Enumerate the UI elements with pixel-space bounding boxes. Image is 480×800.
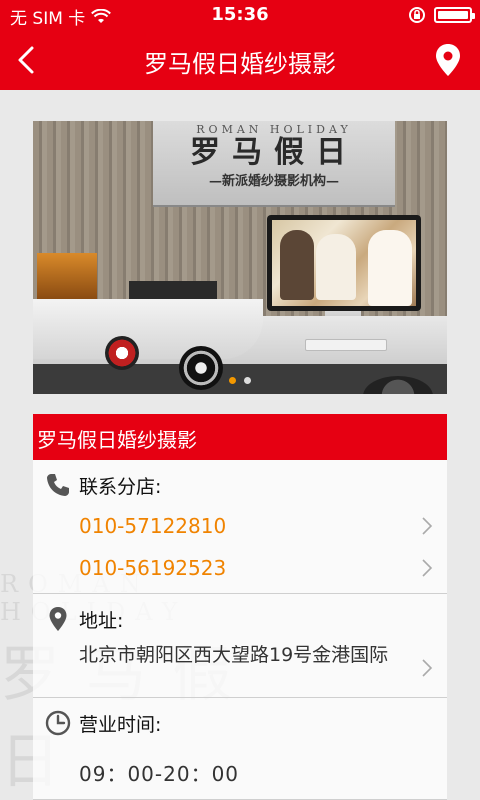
hours-label: 营业时间: xyxy=(79,714,162,736)
keyboard xyxy=(305,339,387,351)
carousel-dot[interactable] xyxy=(244,377,251,384)
nav-bar: 罗马假日婚纱摄影 xyxy=(0,30,480,90)
status-right xyxy=(408,6,475,24)
contact-label: 联系分店: xyxy=(79,476,162,498)
address-section: 地址: 北京市朝阳区西大望路19号金港国际 xyxy=(33,594,447,698)
address-row[interactable]: 北京市朝阳区西大望路19号金港国际 xyxy=(79,642,447,698)
phone-row[interactable]: 010-56192523 xyxy=(79,548,447,590)
address-label: 地址: xyxy=(79,610,124,632)
location-pin-icon xyxy=(49,607,67,631)
reception-counter xyxy=(33,299,263,359)
phone-icon xyxy=(47,474,69,496)
chevron-right-icon xyxy=(422,517,433,535)
chevron-right-icon xyxy=(422,659,433,677)
contact-section: 联系分店: 010-57122810 010-56192523 xyxy=(33,460,447,594)
battery-icon xyxy=(434,7,475,23)
address-text: 北京市朝阳区西大望路19号金港国际 xyxy=(79,644,389,666)
monitor-image xyxy=(267,215,421,311)
store-name-header: 罗马假日婚纱摄影 xyxy=(33,414,447,460)
desk-phone xyxy=(129,281,217,299)
hours-section: 营业时间: 09：00-20：00 xyxy=(33,698,447,800)
page-title: 罗马假日婚纱摄影 xyxy=(144,50,336,78)
sign-subtitle: —新派婚纱摄影机构— xyxy=(208,174,339,189)
rotation-lock-icon xyxy=(409,7,425,23)
status-bar: 无 SIM 卡 15:36 xyxy=(0,0,480,30)
location-pin-icon[interactable] xyxy=(434,42,462,78)
clock-icon xyxy=(45,710,71,736)
store-info-card: 罗马假日婚纱摄影 联系分店: 010-57122810 010-56192523… xyxy=(33,414,447,800)
carousel-dots xyxy=(33,377,447,384)
decor-disc-red xyxy=(105,336,139,370)
phone-number[interactable]: 010-56192523 xyxy=(79,556,226,580)
store-sign: ROMAN HOLIDAY 罗马假日 —新派婚纱摄影机构— xyxy=(153,121,395,207)
phone-number[interactable]: 010-57122810 xyxy=(79,514,226,538)
carousel-dot[interactable] xyxy=(229,377,236,384)
hours-text: 09：00-20：00 xyxy=(79,762,240,786)
sign-chinese: 罗马假日 xyxy=(190,135,358,170)
brochure-shelf xyxy=(37,253,97,299)
phone-row[interactable]: 010-57122810 xyxy=(79,506,447,548)
battery-fill xyxy=(438,11,468,19)
monitor-screen xyxy=(272,220,416,306)
chevron-right-icon xyxy=(422,559,433,577)
store-photo-carousel[interactable]: ROMAN HOLIDAY 罗马假日 —新派婚纱摄影机构— xyxy=(33,121,447,394)
back-chevron-icon[interactable] xyxy=(10,42,46,78)
